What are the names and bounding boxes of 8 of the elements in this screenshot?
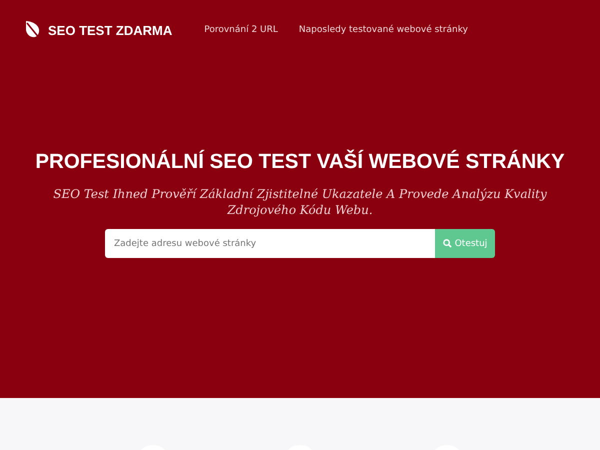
brand-name[interactable]: SEO TEST ZDARMA	[48, 22, 172, 38]
hero-title: PROFESIONÁLNÍ SEO TEST VAŠÍ WEBOVÉ STRÁNKY	[35, 150, 565, 174]
hero-subtitle: SEO Test Ihned Prověří Základní Zjistitelné Ukazatele A Provede Analýzu Kvality Zdrojového Kódu Webu.	[52, 186, 548, 218]
search-icon	[442, 239, 452, 248]
nav-link[interactable]: Porovnání 2 URL	[204, 25, 278, 35]
leaf-icon	[24, 20, 42, 40]
nav-link[interactable]: Naposledy testované webové stránky	[298, 25, 468, 35]
url-input-field[interactable]: Zadejte adresu webové stránky	[105, 229, 435, 258]
